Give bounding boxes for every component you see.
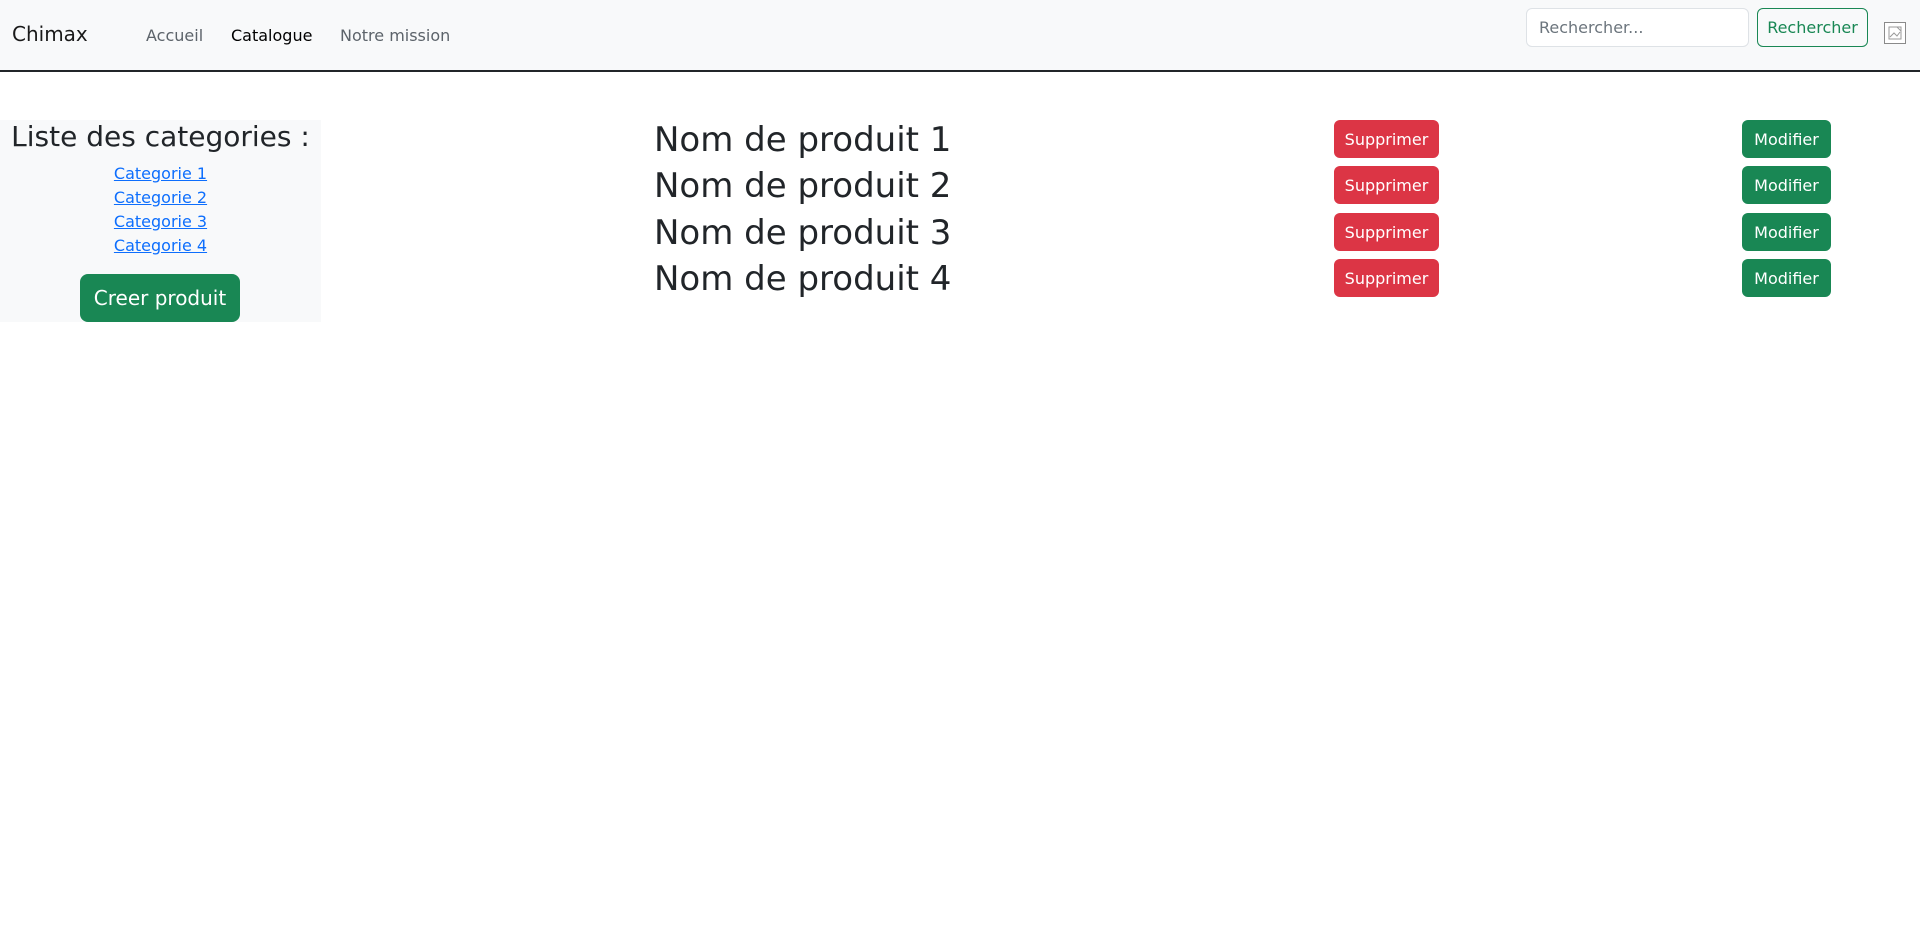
delete-product-button[interactable]: Supprimer — [1334, 166, 1439, 204]
product-row: Nom de produit 2 Supprimer Modifier — [0, 163, 1920, 209]
edit-product-button[interactable]: Modifier — [1742, 259, 1831, 297]
delete-product-button[interactable]: Supprimer — [1334, 120, 1439, 158]
edit-product-button[interactable]: Modifier — [1742, 120, 1831, 158]
product-row: Nom de produit 4 Supprimer Modifier — [0, 256, 1920, 302]
nav-link-notre-mission[interactable]: Notre mission — [340, 26, 450, 45]
product-name: Nom de produit 3 — [654, 213, 952, 253]
brand-logo-link[interactable]: Chimax — [12, 22, 88, 46]
search-button[interactable]: Rechercher — [1757, 8, 1868, 47]
delete-product-button[interactable]: Supprimer — [1334, 213, 1439, 251]
product-name: Nom de produit 2 — [654, 166, 952, 206]
broken-image-icon — [1884, 22, 1906, 44]
edit-product-button[interactable]: Modifier — [1742, 213, 1831, 251]
top-navbar: Chimax Accueil Catalogue Notre mission R… — [0, 0, 1920, 72]
product-name: Nom de produit 1 — [654, 120, 952, 160]
product-row: Nom de produit 1 Supprimer Modifier — [0, 117, 1920, 163]
nav-link-accueil[interactable]: Accueil — [146, 26, 203, 45]
search-input[interactable] — [1526, 8, 1749, 47]
product-row: Nom de produit 3 Supprimer Modifier — [0, 210, 1920, 256]
delete-product-button[interactable]: Supprimer — [1334, 259, 1439, 297]
nav-link-catalogue[interactable]: Catalogue — [231, 26, 312, 45]
edit-product-button[interactable]: Modifier — [1742, 166, 1831, 204]
product-name: Nom de produit 4 — [654, 259, 952, 299]
